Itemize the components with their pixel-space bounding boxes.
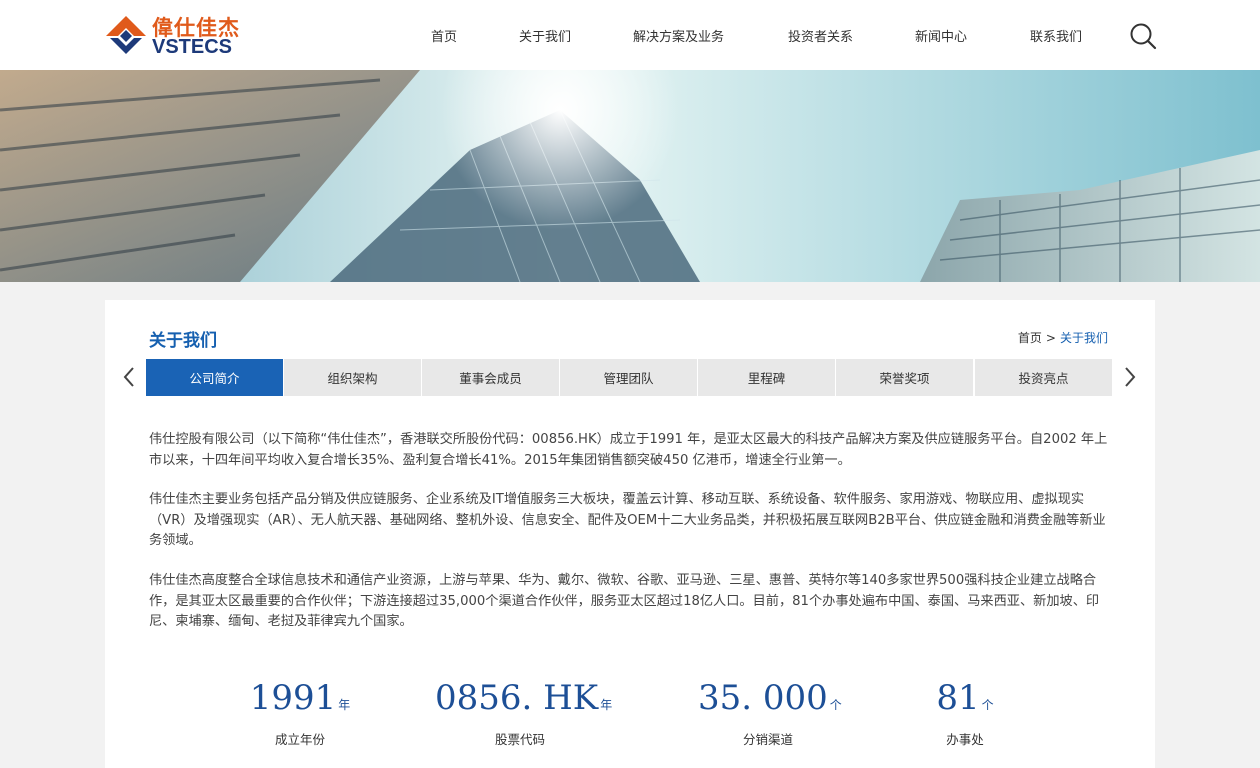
about-card: 关于我们 首页 > 关于我们 公司简介 组织架构 董事会成员 管理团队 里程碑 荣誉… <box>105 300 1155 768</box>
stat-unit: 年 <box>600 698 613 712</box>
stat-unit: 个 <box>981 698 994 712</box>
stat-unit: 年 <box>338 698 351 712</box>
stat-number: 1991 <box>249 678 337 718</box>
stat-unit: 个 <box>829 698 842 712</box>
stat-number: 81 <box>936 678 980 718</box>
intro-paragraph-1: 伟仕控股有限公司（以下简称“伟仕佳杰”，香港联交所股份代码：00856.HK）成… <box>149 432 1108 468</box>
search-icon[interactable] <box>1129 22 1157 50</box>
nav-item-investors[interactable]: 投资者关系 <box>788 26 853 45</box>
logo-text-en: VSTECS <box>152 36 233 58</box>
stat-value: 1991 年 <box>245 676 355 727</box>
stat-stock-code: 0856. HK 年 股票代码 <box>435 676 612 748</box>
tab-investment-highlights[interactable]: 投资亮点 <box>975 359 1112 396</box>
intro-paragraph-3: 伟仕佳杰高度整合全球信息技术和通信产业资源，上游与苹果、华为、戴尔、微软、谷歌、… <box>149 573 1100 629</box>
site-header: 偉仕佳杰 VSTECS 首页 关于我们 解决方案及业务 投资者关系 新闻中心 联… <box>0 0 1260 70</box>
nav-item-about[interactable]: 关于我们 <box>519 26 571 45</box>
stat-channels: 35. 000 个 分销渠道 <box>698 676 842 748</box>
intro-paragraph-2: 伟仕佳杰主要业务包括产品分销及供应链服务、企业系统及IT增值服务三大板块，覆盖云… <box>149 492 1106 548</box>
breadcrumb-separator: > <box>1045 331 1056 345</box>
stat-label: 分销渠道 <box>742 732 793 747</box>
tab-honors[interactable]: 荣誉奖项 <box>836 359 973 396</box>
stat-label: 股票代码 <box>494 732 545 747</box>
nav-item-solutions[interactable]: 解决方案及业务 <box>633 26 724 45</box>
nav-item-contact[interactable]: 联系我们 <box>1030 26 1082 45</box>
stat-founded: 1991 年 成立年份 <box>245 676 355 748</box>
chevron-right-icon[interactable] <box>1123 366 1137 388</box>
page-title: 关于我们 <box>149 331 217 351</box>
breadcrumb-home[interactable]: 首页 <box>1018 331 1042 345</box>
stat-label: 成立年份 <box>274 732 325 747</box>
nav-item-home[interactable]: 首页 <box>431 26 457 45</box>
tab-company-profile[interactable]: 公司简介 <box>146 359 283 396</box>
hero-banner <box>0 70 1260 282</box>
banner-buildings-image <box>0 70 1260 282</box>
nav-item-news[interactable]: 新闻中心 <box>915 26 967 45</box>
stat-value: 35. 000 个 <box>698 676 842 727</box>
stat-number: 0856. HK <box>435 678 599 718</box>
tab-board-members[interactable]: 董事会成员 <box>422 359 559 396</box>
logo-mark-icon <box>106 16 146 54</box>
stat-number: 35. 000 <box>698 678 828 718</box>
tab-management-team[interactable]: 管理团队 <box>560 359 697 396</box>
chevron-left-icon[interactable] <box>122 366 136 388</box>
tab-org-structure[interactable]: 组织架构 <box>284 359 421 396</box>
breadcrumb-current[interactable]: 关于我们 <box>1060 331 1108 345</box>
stat-label: 办事处 <box>946 732 984 747</box>
tab-milestones[interactable]: 里程碑 <box>698 359 835 396</box>
logo[interactable]: 偉仕佳杰 VSTECS <box>104 12 244 58</box>
about-tabs: 公司简介 组织架构 董事会成员 管理团队 里程碑 荣誉奖项 投资亮点 <box>146 359 1113 396</box>
breadcrumb: 首页 > 关于我们 <box>1018 329 1108 346</box>
stat-value: 0856. HK 年 <box>435 676 612 727</box>
stat-offices: 81 个 办事处 <box>925 676 1005 748</box>
stat-value: 81 个 <box>925 676 1005 727</box>
